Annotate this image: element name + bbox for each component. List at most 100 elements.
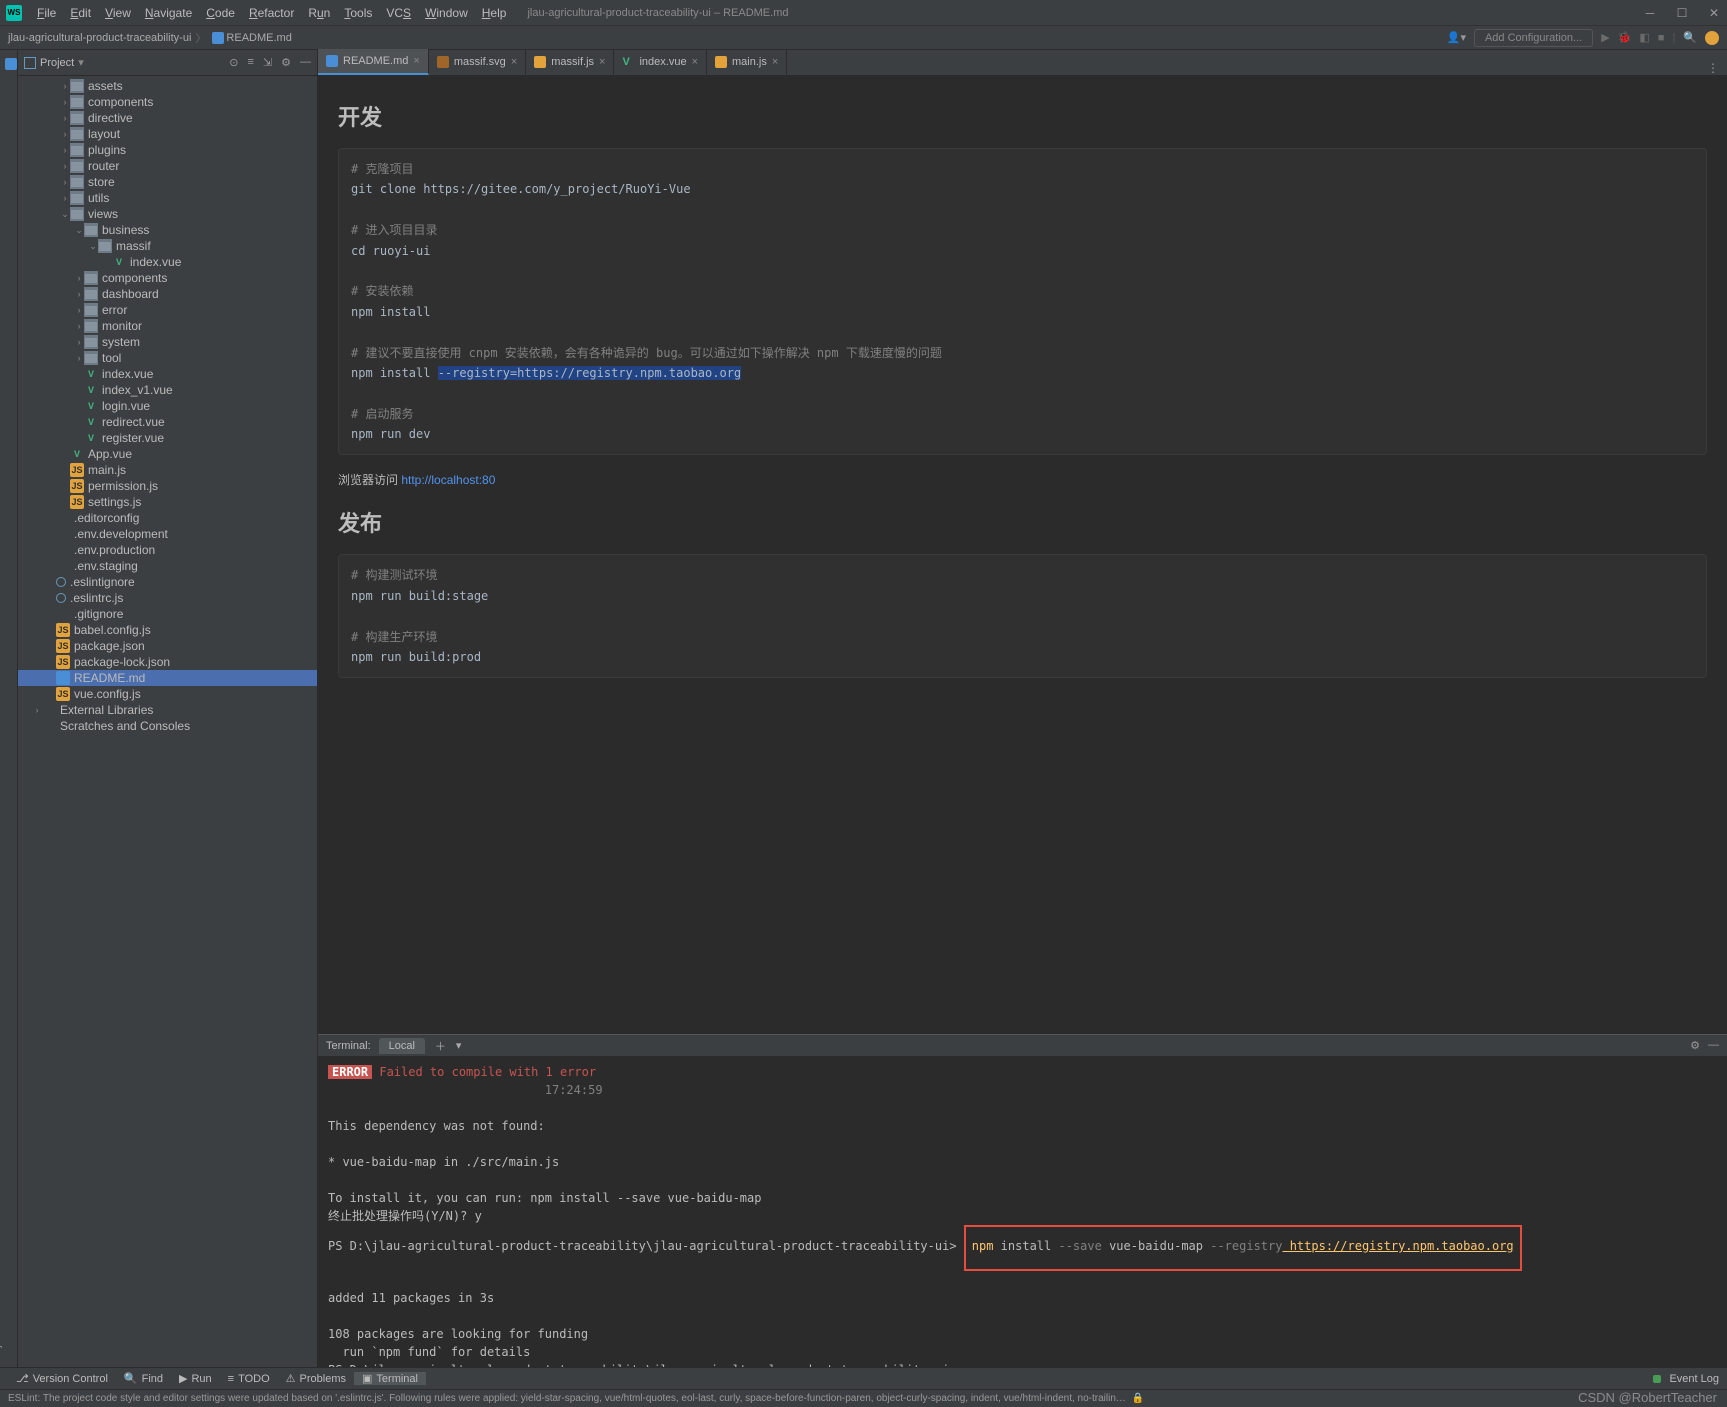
settings-icon[interactable]: ⚙	[281, 56, 291, 69]
tree-arrow-icon[interactable]: ›	[74, 289, 84, 299]
tree-row[interactable]: .env.staging	[18, 558, 317, 574]
hide-icon[interactable]: —	[300, 56, 311, 69]
tree-row[interactable]: ⌄massif	[18, 238, 317, 254]
tree-row[interactable]: ›dashboard	[18, 286, 317, 302]
tree-arrow-icon[interactable]: ›	[60, 177, 70, 187]
tree-row[interactable]: .gitignore	[18, 606, 317, 622]
terminal-settings-icon[interactable]: ⚙	[1690, 1039, 1700, 1052]
tree-row[interactable]: .eslintrc.js	[18, 590, 317, 606]
menu-refactor[interactable]: Refactor	[242, 3, 301, 23]
tree-arrow-icon[interactable]: ›	[60, 193, 70, 203]
tree-row[interactable]: .env.production	[18, 542, 317, 558]
tool-find[interactable]: 🔍Find	[116, 1372, 171, 1385]
tree-arrow-icon[interactable]: ⌄	[88, 241, 98, 252]
tab-close-icon[interactable]: ×	[599, 56, 605, 68]
tree-arrow-icon[interactable]: ›	[60, 145, 70, 155]
tool-version-control[interactable]: ⎇Version Control	[8, 1372, 116, 1385]
tree-row[interactable]: Vindex.vue	[18, 366, 317, 382]
tool-run[interactable]: ▶Run	[171, 1372, 220, 1385]
editor-tab[interactable]: README.md×	[318, 49, 429, 75]
new-terminal-icon[interactable]: ＋	[435, 1038, 446, 1054]
tree-arrow-icon[interactable]: ›	[60, 81, 70, 91]
editor-tab[interactable]: main.js×	[707, 49, 787, 75]
tree-arrow-icon[interactable]: ›	[74, 337, 84, 347]
tree-arrow-icon[interactable]: ›	[74, 273, 84, 283]
tree-row[interactable]: ›router	[18, 158, 317, 174]
tree-row[interactable]: ›layout	[18, 126, 317, 142]
tree-arrow-icon[interactable]: ›	[60, 129, 70, 139]
terminal-body[interactable]: ERROR Failed to compile with 1 error 17:…	[318, 1057, 1727, 1367]
tree-row[interactable]: JSpackage.json	[18, 638, 317, 654]
tab-close-icon[interactable]: ×	[511, 56, 517, 68]
tree-row[interactable]: ⌄views	[18, 206, 317, 222]
tree-row[interactable]: ›directive	[18, 110, 317, 126]
user-icon[interactable]: 👤▾	[1447, 31, 1466, 44]
tree-arrow-icon[interactable]: ›	[60, 97, 70, 107]
tree-row[interactable]: JSpackage-lock.json	[18, 654, 317, 670]
tab-close-icon[interactable]: ×	[772, 56, 778, 68]
tree-row[interactable]: .eslintignore	[18, 574, 317, 590]
editor-tab[interactable]: massif.js×	[526, 49, 614, 75]
tree-row[interactable]: ⌄business	[18, 222, 317, 238]
tree-arrow-icon[interactable]: ⌄	[74, 225, 84, 236]
tab-close-icon[interactable]: ×	[692, 56, 698, 68]
avatar-icon[interactable]	[1705, 31, 1719, 45]
menu-view[interactable]: View	[98, 3, 138, 23]
tree-arrow-icon[interactable]: ›	[32, 705, 42, 715]
minimize-icon[interactable]: ─	[1643, 6, 1657, 20]
tree-row[interactable]: JSvue.config.js	[18, 686, 317, 702]
tree-row[interactable]: Scratches and Consoles	[18, 718, 317, 734]
tree-row[interactable]: ›error	[18, 302, 317, 318]
collapse-all-icon[interactable]: ⇲	[263, 56, 272, 69]
tree-row[interactable]: .env.development	[18, 526, 317, 542]
menu-code[interactable]: Code	[199, 3, 242, 23]
tree-row[interactable]: JSmain.js	[18, 462, 317, 478]
editor-tab[interactable]: Vindex.vue×	[614, 49, 707, 75]
tree-arrow-icon[interactable]: ›	[74, 353, 84, 363]
project-header-label[interactable]: Project	[40, 57, 74, 69]
tree-row[interactable]: README.md	[18, 670, 317, 686]
tree-row[interactable]: ›store	[18, 174, 317, 190]
tree-row[interactable]: ›system	[18, 334, 317, 350]
run-icon[interactable]: ▶	[1601, 31, 1609, 44]
debug-icon[interactable]: 🐞	[1618, 31, 1632, 44]
menu-help[interactable]: Help	[475, 3, 514, 23]
stop-icon[interactable]: ■	[1658, 32, 1665, 44]
tree-row[interactable]: JSpermission.js	[18, 478, 317, 494]
tree-row[interactable]: Vindex_v1.vue	[18, 382, 317, 398]
chevron-down-icon[interactable]: ▾	[78, 56, 84, 69]
terminal-tab-local[interactable]: Local	[379, 1038, 425, 1054]
tree-row[interactable]: ›components	[18, 270, 317, 286]
tab-close-icon[interactable]: ×	[413, 55, 419, 67]
tree-row[interactable]: Vindex.vue	[18, 254, 317, 270]
project-tool-label[interactable]: Project	[0, 56, 5, 1367]
terminal-dropdown-icon[interactable]: ▾	[456, 1039, 462, 1052]
tool-event-log[interactable]: Event Log	[1669, 1373, 1719, 1385]
tree-row[interactable]: Vredirect.vue	[18, 414, 317, 430]
maximize-icon[interactable]: ☐	[1675, 6, 1689, 20]
tree-row[interactable]: Vregister.vue	[18, 430, 317, 446]
tree-arrow-icon[interactable]: ›	[74, 305, 84, 315]
tree-row[interactable]: ›utils	[18, 190, 317, 206]
menu-vcs[interactable]: VCS	[379, 3, 418, 23]
tool-terminal[interactable]: ▣Terminal	[354, 1372, 426, 1385]
menu-tools[interactable]: Tools	[337, 3, 379, 23]
tree-arrow-icon[interactable]: ›	[60, 113, 70, 123]
terminal-hide-icon[interactable]: —	[1708, 1039, 1719, 1052]
tree-row[interactable]: JSbabel.config.js	[18, 622, 317, 638]
close-icon[interactable]: ✕	[1707, 6, 1721, 20]
menu-file[interactable]: File	[30, 3, 63, 23]
tree-row[interactable]: VApp.vue	[18, 446, 317, 462]
project-tool-icon[interactable]	[5, 58, 17, 70]
menu-run[interactable]: Run	[301, 3, 337, 23]
markdown-preview[interactable]: 开发 # 克隆项目 git clone https://gitee.com/y_…	[318, 76, 1727, 1034]
tree-row[interactable]: ›External Libraries	[18, 702, 317, 718]
editor-tab[interactable]: massif.svg×	[429, 49, 526, 75]
lock-icon[interactable]: 🔒	[1132, 1393, 1144, 1404]
tree-row[interactable]: ›monitor	[18, 318, 317, 334]
localhost-link[interactable]: http://localhost:80	[401, 473, 495, 487]
tree-row[interactable]: JSsettings.js	[18, 494, 317, 510]
tree-arrow-icon[interactable]: ›	[60, 161, 70, 171]
select-opened-file-icon[interactable]: ⊙	[229, 56, 238, 69]
project-tree[interactable]: ›assets›components›directive›layout›plug…	[18, 76, 317, 1367]
